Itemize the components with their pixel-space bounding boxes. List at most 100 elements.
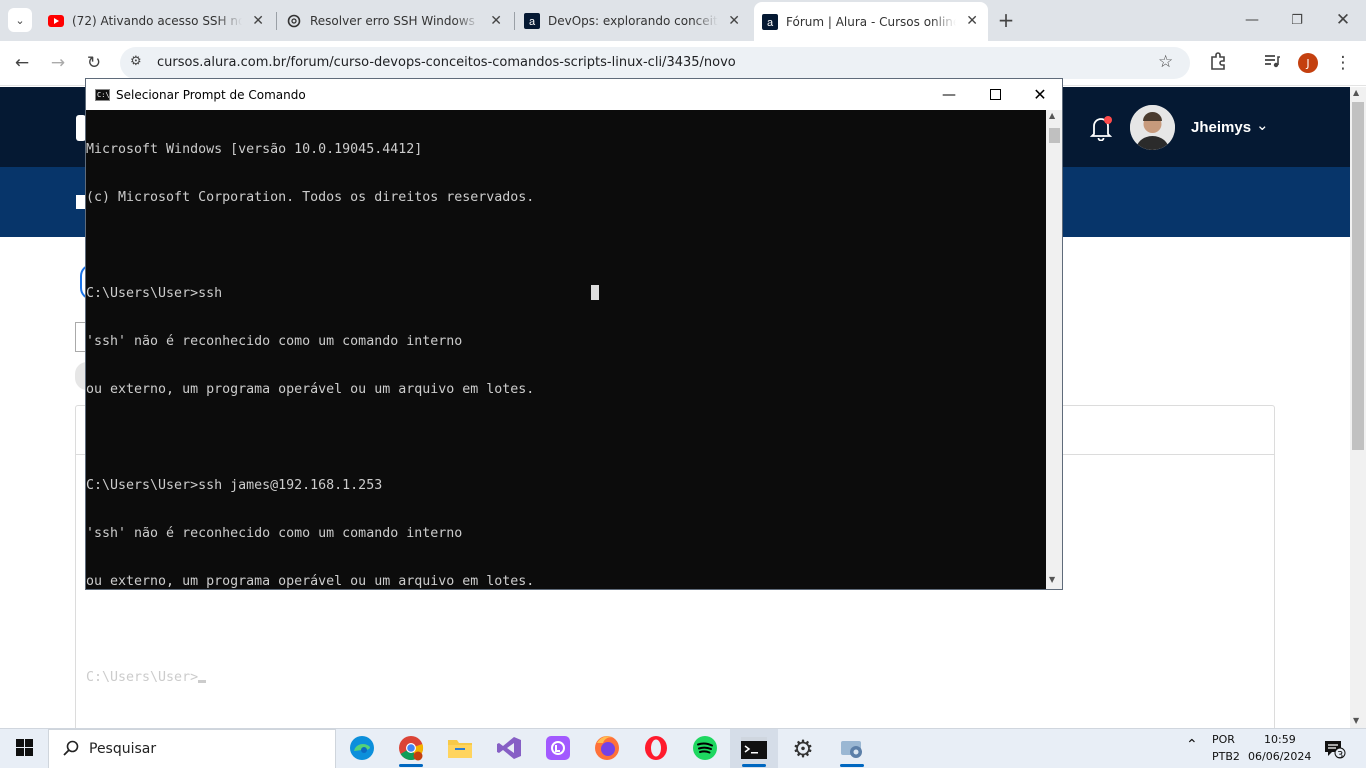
- cmd-title-bar[interactable]: C:\ Selecionar Prompt de Comando — ✕: [86, 79, 1062, 110]
- address-bar[interactable]: ⚙ cursos.alura.com.br/forum/curso-devops…: [120, 47, 1190, 79]
- tab-alura-devops[interactable]: a DevOps: explorando conceitos, ✕: [516, 7, 750, 35]
- edge-icon: [349, 735, 375, 764]
- language-indicator[interactable]: POR: [1212, 733, 1235, 746]
- reload-button[interactable]: ↻: [82, 51, 106, 75]
- taskbar-app-spotify[interactable]: [681, 729, 729, 768]
- media-control-button[interactable]: [1260, 51, 1284, 75]
- console-line: 'ssh' não é reconhecido como um comando …: [86, 334, 463, 349]
- tab-youtube[interactable]: (72) Ativando acesso SSH no W ✕: [40, 7, 274, 35]
- alura-icon: a: [524, 13, 540, 29]
- settings-icon: ⚙: [792, 735, 814, 763]
- scroll-up-icon[interactable]: ▲: [1049, 111, 1055, 120]
- command-prompt-window[interactable]: C:\ Selecionar Prompt de Comando — ✕ Mic…: [85, 78, 1063, 685]
- minimize-button[interactable]: —: [1240, 8, 1264, 32]
- close-icon[interactable]: ✕: [728, 13, 740, 29]
- tab-chatgpt[interactable]: Resolver erro SSH Windows ✕: [278, 7, 512, 35]
- firefox-icon: [594, 735, 620, 764]
- selection-cursor: [591, 285, 599, 300]
- restore-button[interactable]: ❐: [1285, 8, 1309, 32]
- keyboard-layout[interactable]: PTB2: [1212, 750, 1240, 763]
- cmd-console[interactable]: Microsoft Windows [versão 10.0.19045.441…: [86, 110, 1046, 685]
- back-button[interactable]: ←: [10, 51, 34, 75]
- console-line: (c) Microsoft Corporation. Todos os dire…: [86, 190, 535, 205]
- star-icon[interactable]: ☆: [1158, 52, 1173, 72]
- clock-time[interactable]: 10:59: [1264, 733, 1296, 746]
- taskbar-app-cmd[interactable]: [730, 729, 778, 768]
- chrome-icon: [398, 735, 424, 764]
- reload-icon: ↻: [86, 53, 102, 73]
- forward-button[interactable]: →: [46, 51, 70, 75]
- taskbar-app-control-panel[interactable]: [828, 729, 876, 768]
- taskbar-app-edge[interactable]: [338, 729, 386, 768]
- tab-alura-forum[interactable]: a Fórum | Alura - Cursos online d ✕: [754, 2, 988, 41]
- maximize-icon: [989, 89, 1001, 100]
- taskbar: Pesquisar ⚙ ⌃ POR PTB2 10:59 06/06/2024: [0, 728, 1366, 768]
- console-line: C:\Users\User>ssh james@192.168.1.253: [86, 478, 383, 493]
- taskbar-app-visual-studio[interactable]: [485, 729, 533, 768]
- minimize-icon: —: [1245, 12, 1259, 28]
- notification-count: 3: [1337, 750, 1344, 761]
- cmd-icon: [741, 736, 767, 762]
- console-line: 'ssh' não é reconhecido como um comando …: [86, 526, 463, 541]
- puzzle-icon: [1209, 51, 1227, 75]
- arrow-left-icon: ←: [14, 53, 30, 73]
- new-tab-button[interactable]: +: [994, 8, 1018, 32]
- browser-menu-button[interactable]: ⋮: [1331, 51, 1355, 75]
- scroll-down-icon[interactable]: ▼: [1353, 716, 1359, 725]
- windows-logo-icon: [15, 739, 33, 759]
- cmd-scrollbar[interactable]: ▲ ▼: [1046, 110, 1062, 589]
- cmd-scrollbar-thumb[interactable]: [1049, 128, 1060, 143]
- restore-icon: ❐: [1291, 12, 1303, 28]
- start-button[interactable]: [0, 729, 48, 768]
- profile-avatar[interactable]: J: [1296, 51, 1320, 75]
- tab-title: Resolver erro SSH Windows: [310, 14, 475, 28]
- visual-studio-icon: [496, 735, 522, 764]
- extensions-button[interactable]: [1206, 51, 1230, 75]
- chevron-down-icon[interactable]: ⌄: [1256, 116, 1269, 134]
- tab-title: Fórum | Alura - Cursos online d: [786, 14, 956, 29]
- taskbar-app-opera[interactable]: [632, 729, 680, 768]
- plus-icon: +: [997, 8, 1015, 32]
- tab-search-button[interactable]: ⌄: [8, 8, 32, 32]
- taskbar-app-chrome[interactable]: [387, 729, 435, 768]
- scroll-up-icon[interactable]: ▲: [1353, 88, 1359, 97]
- taskbar-app-file-explorer[interactable]: [436, 729, 484, 768]
- cmd-minimize-button[interactable]: —: [926, 79, 972, 110]
- forum-title-fragment: [76, 195, 85, 209]
- tab-title: DevOps: explorando conceitos,: [548, 14, 718, 28]
- close-icon[interactable]: ✕: [252, 13, 264, 29]
- close-icon: ✕: [1033, 85, 1047, 104]
- bell-icon: [1089, 116, 1113, 144]
- cmd-maximize-button[interactable]: [972, 79, 1018, 110]
- clock-date[interactable]: 06/06/2024: [1248, 750, 1311, 763]
- taskbar-search[interactable]: Pesquisar: [48, 729, 336, 768]
- cmd-close-button[interactable]: ✕: [1017, 79, 1063, 110]
- console-line: Microsoft Windows [versão 10.0.19045.441…: [86, 142, 423, 157]
- spotify-icon: [692, 735, 718, 764]
- close-window-button[interactable]: ✕: [1331, 8, 1355, 32]
- chevron-up-icon[interactable]: ⌃: [1186, 737, 1198, 753]
- scroll-down-icon[interactable]: ▼: [1049, 575, 1055, 584]
- prompt-line[interactable]: C:\Users\User>: [86, 670, 1046, 686]
- close-icon[interactable]: ✕: [966, 13, 978, 29]
- search-icon: [63, 740, 79, 759]
- search-placeholder: Pesquisar: [89, 741, 157, 757]
- close-icon[interactable]: ✕: [490, 13, 502, 29]
- url-text[interactable]: cursos.alura.com.br/forum/curso-devops-c…: [157, 55, 736, 70]
- profile-initial: J: [1298, 53, 1318, 73]
- close-icon: ✕: [1335, 10, 1351, 30]
- text-cursor: [198, 680, 207, 683]
- user-name[interactable]: Jheimys: [1191, 119, 1251, 136]
- alura-icon: a: [762, 13, 778, 30]
- taskbar-app-lunacy[interactable]: [534, 729, 582, 768]
- site-settings-icon[interactable]: ⚙: [130, 54, 142, 69]
- avatar[interactable]: [1130, 105, 1175, 150]
- page-scrollbar-thumb[interactable]: [1352, 102, 1364, 450]
- taskbar-app-firefox[interactable]: [583, 729, 631, 768]
- chevron-down-icon: ⌄: [15, 13, 25, 27]
- taskbar-app-settings[interactable]: ⚙: [779, 729, 827, 768]
- notifications-button[interactable]: [1089, 115, 1113, 144]
